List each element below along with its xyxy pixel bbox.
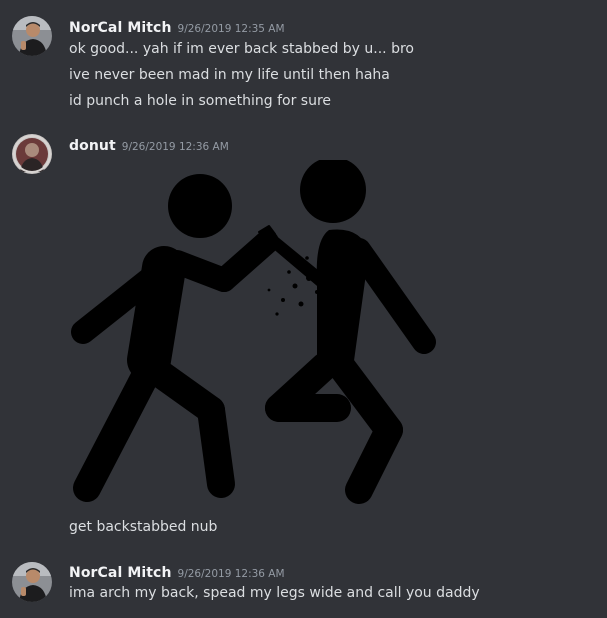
message-text: ive never been mad in my life until then… [69, 67, 390, 83]
chat-messages: NorCal Mitch 9/26/2019 12:35 AM ok good..… [0, 0, 607, 618]
image-attachment[interactable] [69, 160, 437, 506]
message-text: ok good... yah if im ever back stabbed b… [69, 41, 414, 57]
message-header: NorCal Mitch 9/26/2019 12:35 AM [69, 17, 285, 39]
username[interactable]: NorCal Mitch [69, 565, 172, 581]
avatar[interactable] [12, 562, 52, 602]
avatar[interactable] [12, 134, 52, 174]
timestamp: 9/26/2019 12:36 AM [121, 141, 229, 153]
username[interactable]: NorCal Mitch [69, 20, 172, 36]
message-text: id punch a hole in something for sure [69, 93, 332, 109]
message-header: donut 9/26/2019 12:36 AM [69, 135, 229, 157]
timestamp: 9/26/2019 12:35 AM [177, 23, 285, 35]
avatar[interactable] [12, 16, 52, 56]
message-text: get backstabbed nub [69, 519, 218, 535]
backstab-stick-figures-image [71, 160, 436, 504]
timestamp: 9/26/2019 12:36 AM [177, 568, 285, 580]
message-header: NorCal Mitch 9/26/2019 12:36 AM [69, 562, 285, 584]
message-text: ima arch my back, spead my legs wide and… [69, 585, 480, 601]
username[interactable]: donut [69, 138, 116, 154]
